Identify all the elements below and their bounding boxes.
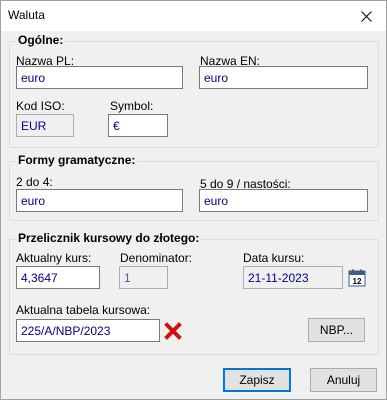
close-button[interactable] bbox=[346, 1, 386, 31]
save-button[interactable]: Zapisz bbox=[223, 368, 291, 392]
symbol-label: Symbol: bbox=[110, 99, 154, 113]
title-bar: Waluta bbox=[1, 1, 386, 31]
current-rate-label: Aktualny kurs: bbox=[16, 251, 92, 265]
rate-table-label: Aktualna tabela kursowa: bbox=[16, 303, 151, 317]
form-5-9-input[interactable]: euro bbox=[199, 189, 368, 212]
calendar-button[interactable]: 12 bbox=[347, 268, 367, 288]
rate-table-input[interactable]: 225/A/NBP/2023 bbox=[16, 319, 160, 342]
currency-dialog: Waluta Ogólne: Nazwa PL: euro Nazwa EN: … bbox=[0, 0, 387, 400]
close-icon bbox=[360, 10, 372, 22]
symbol-input[interactable]: € bbox=[108, 114, 168, 137]
clear-table-button[interactable] bbox=[163, 321, 183, 341]
exchange-rate-group-title: Przelicznik kursowy do złotego: bbox=[16, 231, 202, 245]
form-2-4-label: 2 do 4: bbox=[16, 175, 53, 189]
window-title: Waluta bbox=[8, 8, 45, 22]
name-en-input[interactable]: euro bbox=[199, 66, 368, 89]
nbp-button[interactable]: NBP... bbox=[308, 318, 365, 342]
rate-date-label: Data kursu: bbox=[243, 251, 305, 265]
rate-date-field: 21-11-2023 bbox=[243, 266, 343, 289]
iso-code-label: Kod ISO: bbox=[16, 99, 65, 113]
current-rate-input[interactable]: 4,3647 bbox=[16, 266, 100, 289]
form-2-4-input[interactable]: euro bbox=[16, 189, 183, 212]
denominator-label: Denominator: bbox=[120, 251, 193, 265]
iso-code-field: EUR bbox=[16, 114, 74, 137]
cancel-button[interactable]: Anuluj bbox=[310, 368, 377, 392]
name-pl-input[interactable]: euro bbox=[16, 66, 183, 89]
calendar-day-text: 12 bbox=[353, 277, 362, 286]
red-x-icon bbox=[164, 322, 182, 340]
denominator-field: 1 bbox=[119, 266, 168, 289]
grammar-group-title: Formy gramatyczne: bbox=[16, 153, 138, 167]
calendar-icon: 12 bbox=[348, 269, 366, 287]
general-group-title: Ogólne: bbox=[16, 33, 66, 47]
